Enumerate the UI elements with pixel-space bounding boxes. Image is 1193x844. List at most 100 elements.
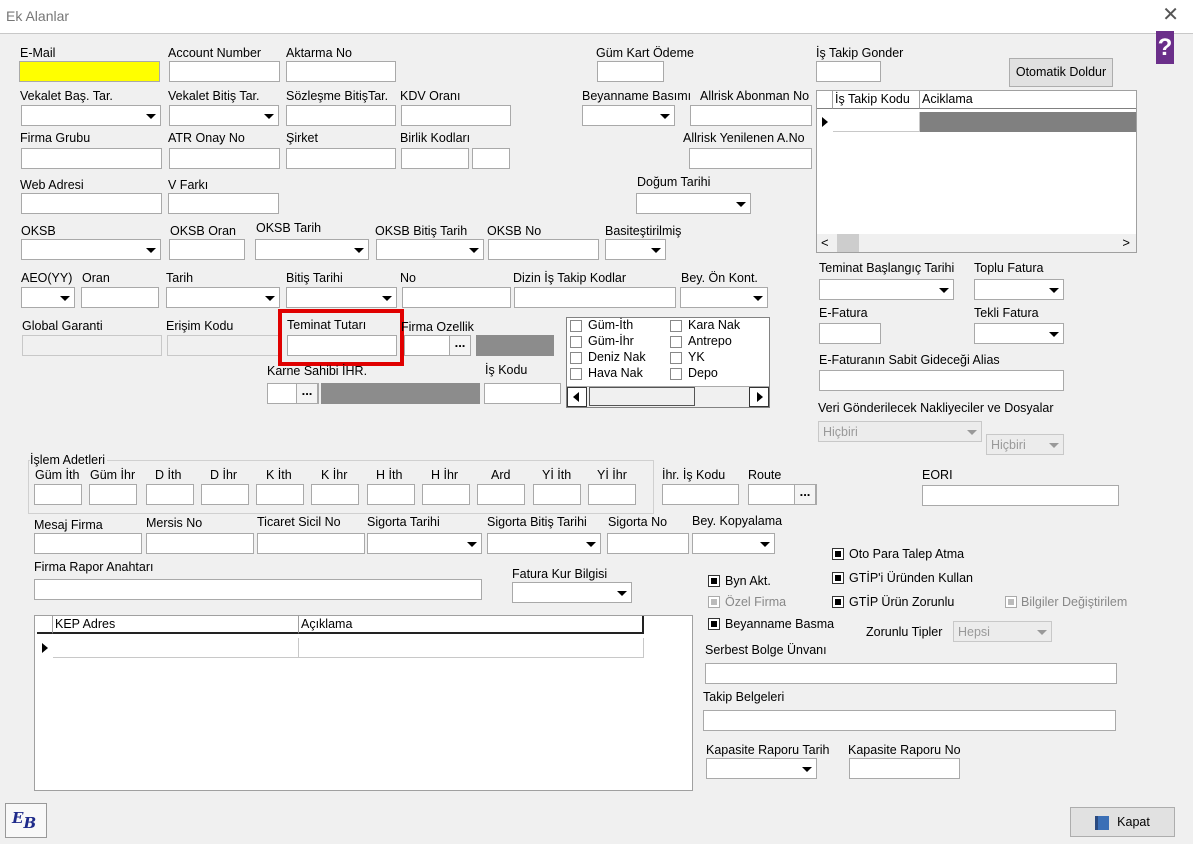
takip-belgeleri-field[interactable] [703, 710, 1116, 731]
flag-gum-ihr-checkbox[interactable] [570, 336, 582, 348]
islem-count-field[interactable] [311, 484, 359, 505]
kdv-orani-field[interactable] [401, 105, 511, 126]
grid-cell[interactable] [833, 112, 920, 132]
islem-count-field[interactable] [34, 484, 82, 505]
scroll-thumb[interactable] [589, 387, 695, 406]
e-fatura-alias-field[interactable] [819, 370, 1064, 391]
firma-grubu-field[interactable] [21, 148, 162, 169]
gtip-urun-checkbox[interactable] [832, 572, 844, 584]
sigorta-tarihi-date[interactable] [367, 533, 482, 554]
gum-kart-odeme-field[interactable] [597, 61, 664, 82]
oran-field[interactable] [81, 287, 159, 308]
bey-on-kont-dropdown[interactable] [680, 287, 768, 308]
flag-yk-checkbox[interactable] [670, 352, 682, 364]
ihr-is-kodu-field[interactable] [662, 484, 739, 505]
firma-ozellik-browse-button[interactable]: ... [449, 335, 471, 356]
islem-count-field[interactable] [422, 484, 470, 505]
mersis-no-field[interactable] [146, 533, 254, 554]
oksb-tarih-date[interactable] [255, 239, 369, 260]
kapasite-tarih-date[interactable] [706, 758, 817, 779]
grid-cell[interactable] [53, 638, 299, 658]
grid-header-aciklama[interactable]: Aciklama [920, 91, 1136, 109]
kep-grid[interactable]: KEP Adres Açıklama [34, 615, 693, 791]
grid-scrollbar[interactable]: < > [817, 234, 1136, 252]
vekalet-bas-date[interactable] [21, 105, 161, 126]
oksb-oran-field[interactable] [169, 239, 245, 260]
atr-onay-field[interactable] [169, 148, 280, 169]
birlik-kodlari-field-1[interactable] [401, 148, 469, 169]
eori-field[interactable] [922, 485, 1119, 506]
account-number-field[interactable] [169, 61, 280, 82]
grid-cell[interactable] [920, 112, 1136, 132]
islem-count-field[interactable] [533, 484, 581, 505]
grid-header-aciklama[interactable]: Açıklama [299, 616, 644, 634]
flag-gum-ith-checkbox[interactable] [570, 320, 582, 332]
e-fatura-field[interactable] [819, 323, 881, 344]
kapasite-no-field[interactable] [849, 758, 960, 779]
byn-akt-checkbox[interactable] [708, 575, 720, 587]
web-adresi-field[interactable] [21, 193, 162, 214]
aeo-dropdown[interactable] [21, 287, 75, 308]
flag-hava-nak-checkbox[interactable] [570, 368, 582, 380]
birlik-kodlari-field-2[interactable] [472, 148, 510, 169]
otomatik-doldur-button[interactable]: Otomatik Doldur [1009, 58, 1113, 87]
grid-cell[interactable] [299, 638, 644, 658]
help-icon[interactable]: ? [1156, 31, 1174, 64]
fatura-kur-dropdown[interactable] [512, 582, 632, 603]
allrisk-yenilenen-field[interactable] [689, 148, 812, 169]
sirket-field[interactable] [286, 148, 396, 169]
dogum-tarihi-date[interactable] [636, 193, 751, 214]
tekli-fatura-dropdown[interactable] [974, 323, 1064, 344]
teminat-baslangic-date[interactable] [819, 279, 954, 300]
is-takip-grid[interactable]: İş Takip Kodu Aciklama < > [816, 90, 1137, 253]
is-takip-gonder-field[interactable] [816, 61, 881, 82]
close-icon[interactable]: ✕ [1162, 4, 1179, 26]
firma-rapor-field[interactable] [34, 579, 482, 600]
sigorta-no-field[interactable] [607, 533, 689, 554]
grid-header-is-takip-kodu[interactable]: İş Takip Kodu [833, 91, 920, 109]
islem-count-field[interactable] [146, 484, 194, 505]
flag-deniz-nak-checkbox[interactable] [570, 352, 582, 364]
islem-count-field[interactable] [89, 484, 137, 505]
eb-logo-button[interactable]: EB [5, 803, 47, 838]
route-browse-button[interactable]: ... [794, 484, 816, 505]
toplu-fatura-dropdown[interactable] [974, 279, 1064, 300]
route-field[interactable]: ... [748, 484, 817, 505]
scroll-left-icon[interactable] [567, 387, 587, 407]
dizin-is-takip-field[interactable] [514, 287, 676, 308]
oksb-dropdown[interactable] [21, 239, 161, 260]
allrisk-abonman-field[interactable] [690, 105, 812, 126]
flag-antrepo-checkbox[interactable] [670, 336, 682, 348]
oksb-bitis-date[interactable] [376, 239, 484, 260]
flag-depo-checkbox[interactable] [670, 368, 682, 380]
islem-count-field[interactable] [256, 484, 304, 505]
grid-header-kep-adres[interactable]: KEP Adres [53, 616, 299, 634]
no-field[interactable] [402, 287, 511, 308]
islem-count-field[interactable] [477, 484, 525, 505]
flag-kara-nak-checkbox[interactable] [670, 320, 682, 332]
vekalet-bitis-date[interactable] [169, 105, 279, 126]
tarih-date[interactable] [166, 287, 280, 308]
scroll-right-icon[interactable]: > [1122, 235, 1130, 250]
basitestirilmis-dropdown[interactable] [605, 239, 666, 260]
flags-scrollbar[interactable] [567, 386, 769, 407]
islem-count-field[interactable] [588, 484, 636, 505]
scroll-left-icon[interactable]: < [821, 235, 829, 250]
beyanname-basimi-dropdown[interactable] [582, 105, 675, 126]
kapat-button[interactable]: Kapat [1070, 807, 1175, 837]
aktarma-no-field[interactable] [286, 61, 396, 82]
scroll-right-icon[interactable] [749, 387, 769, 407]
gtip-zorunlu-checkbox[interactable] [832, 596, 844, 608]
sigorta-bitis-date[interactable] [487, 533, 601, 554]
sozlesme-bitis-field[interactable] [286, 105, 396, 126]
firma-ozellik-field[interactable]: ... [404, 335, 471, 356]
oto-para-checkbox[interactable] [832, 548, 844, 560]
mesaj-firma-field[interactable] [34, 533, 142, 554]
islem-count-field[interactable] [367, 484, 415, 505]
bey-kopyalama-dropdown[interactable] [692, 533, 775, 554]
ticaret-sicil-field[interactable] [257, 533, 365, 554]
oksb-no-field[interactable] [488, 239, 599, 260]
beyanname-basma-checkbox[interactable] [708, 618, 720, 630]
email-field[interactable] [19, 61, 160, 82]
is-kodu-field[interactable] [484, 383, 561, 404]
